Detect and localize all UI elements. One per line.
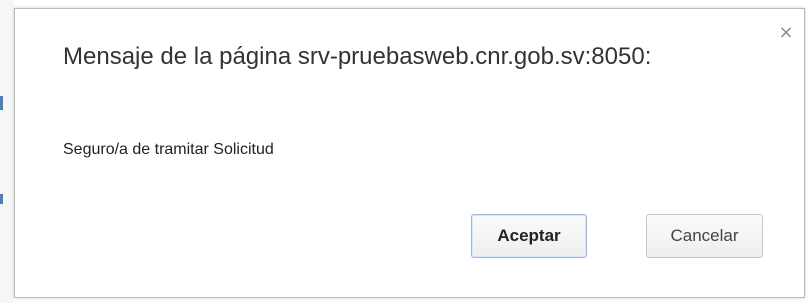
background-blue-mark (0, 194, 3, 204)
dialog-message: Seguro/a de tramitar Solicitud (63, 141, 274, 158)
background-blue-mark (0, 96, 3, 110)
dialog-title: Mensaje de la página srv-pruebasweb.cnr.… (63, 43, 652, 70)
accept-button[interactable]: Aceptar (471, 214, 587, 258)
background-page-edge (0, 0, 14, 303)
cancel-button[interactable]: Cancelar (646, 214, 763, 258)
confirm-dialog: × Mensaje de la página srv-pruebasweb.cn… (14, 8, 805, 298)
close-icon[interactable]: × (776, 23, 796, 43)
